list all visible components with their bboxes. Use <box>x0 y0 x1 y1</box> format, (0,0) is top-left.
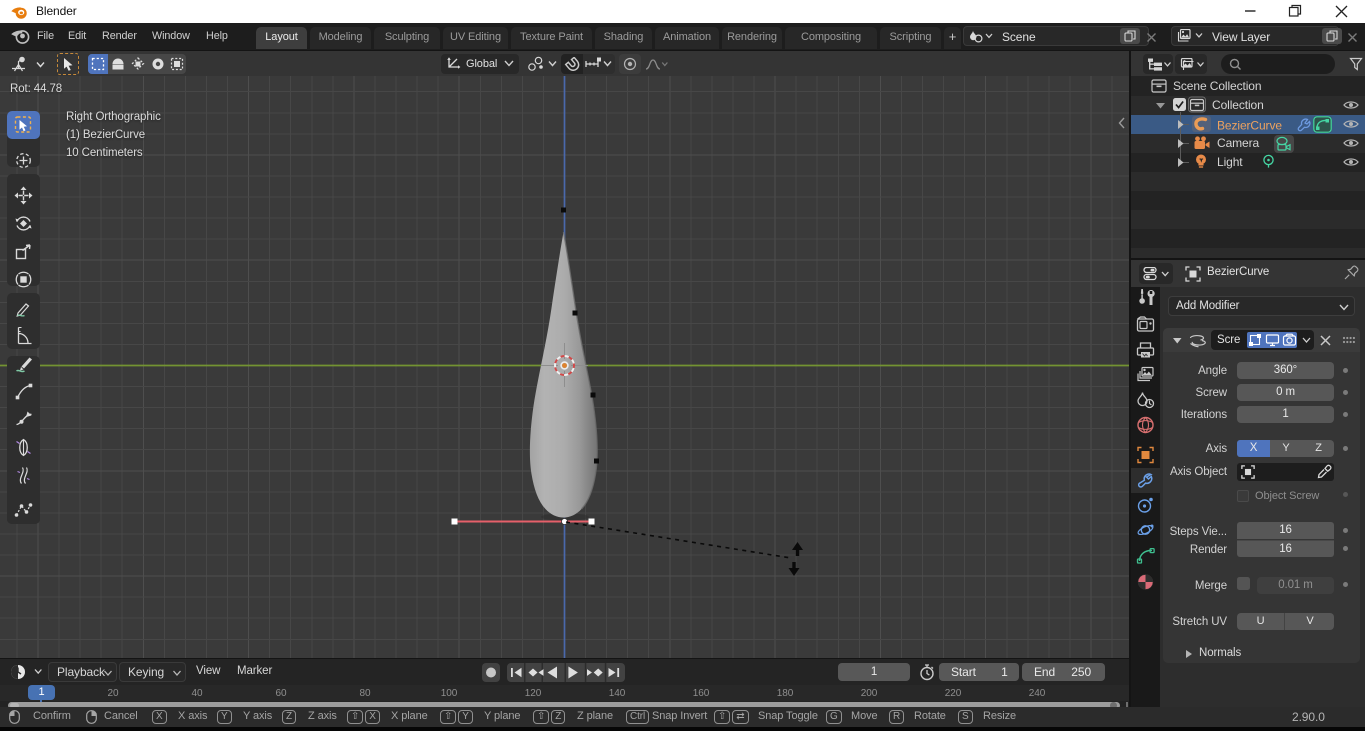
svg-text:BezierCurve: BezierCurve <box>1217 119 1282 133</box>
